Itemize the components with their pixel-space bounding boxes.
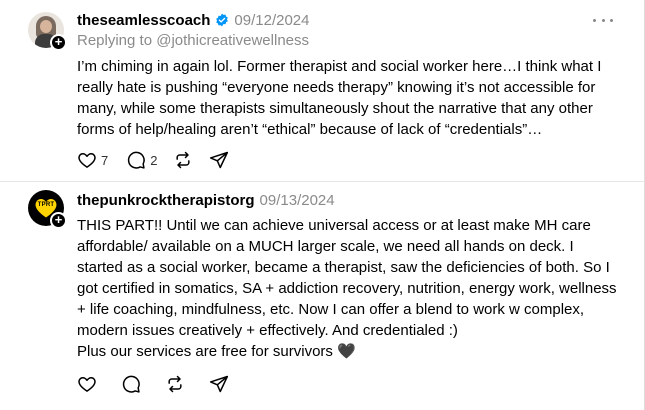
username[interactable]: theseamlesscoach	[77, 12, 210, 29]
speech-bubble-icon	[122, 375, 140, 393]
avatar-face-shape	[40, 20, 52, 33]
post-body: I’m chiming in again lol. Former therapi…	[77, 58, 602, 138]
comment-count: 2	[150, 152, 158, 168]
replying-to[interactable]: Replying to @jothicreativewellness	[77, 32, 633, 52]
post-content: thepunkrocktherapistorg 09/13/2024 THIS …	[77, 190, 633, 362]
post-date[interactable]: 09/12/2024	[234, 12, 309, 29]
speech-bubble-icon	[128, 151, 146, 169]
post-date[interactable]: 09/13/2024	[260, 192, 335, 209]
repost-arrows-icon	[176, 151, 191, 169]
paper-plane-icon	[210, 151, 229, 169]
avatar-monogram: TPRT	[37, 202, 55, 208]
thread-view: + theseamlesscoach 09/12/2024 Replying t…	[0, 0, 645, 410]
avatar-container[interactable]: TPRT +	[28, 190, 67, 229]
more-horizontal-icon[interactable]	[593, 12, 613, 28]
avatar-container[interactable]: +	[28, 12, 67, 51]
post-header: theseamlesscoach 09/12/2024	[77, 10, 633, 30]
username[interactable]: thepunkrocktherapistorg	[77, 192, 255, 209]
action-bar	[77, 374, 253, 394]
action-bar: 7 2	[77, 150, 245, 170]
post-body-paragraph: THIS PART!! Until we can achieve univers…	[77, 217, 617, 339]
like-button[interactable]	[77, 374, 97, 394]
post-body-paragraph: Plus our services are free for survivors…	[77, 343, 356, 360]
follow-plus-icon[interactable]: +	[50, 34, 67, 51]
follow-plus-icon[interactable]: +	[50, 212, 67, 229]
repost-arrows-icon	[168, 375, 182, 393]
reply-post: + theseamlesscoach 09/12/2024 Replying t…	[0, 0, 645, 182]
heart-outline-icon	[78, 153, 96, 168]
like-button[interactable]: 7	[77, 150, 108, 170]
post-content: theseamlesscoach 09/12/2024 Replying to …	[77, 10, 633, 140]
paper-plane-icon	[209, 375, 229, 393]
repost-button[interactable]	[165, 374, 185, 394]
comment-button[interactable]: 2	[126, 150, 157, 170]
repost-button[interactable]	[173, 150, 193, 170]
share-button[interactable]	[209, 374, 229, 394]
like-count: 7	[101, 152, 109, 168]
post-header: thepunkrocktherapistorg 09/13/2024	[77, 190, 633, 210]
post-body: THIS PART!! Until we can achieve univers…	[77, 215, 622, 362]
heart-outline-icon	[78, 377, 96, 392]
comment-button[interactable]	[121, 374, 141, 394]
share-button[interactable]	[209, 150, 229, 170]
reply-post: TPRT + thepunkrocktherapistorg 09/13/202…	[0, 182, 645, 410]
verified-badge-icon	[216, 13, 229, 27]
